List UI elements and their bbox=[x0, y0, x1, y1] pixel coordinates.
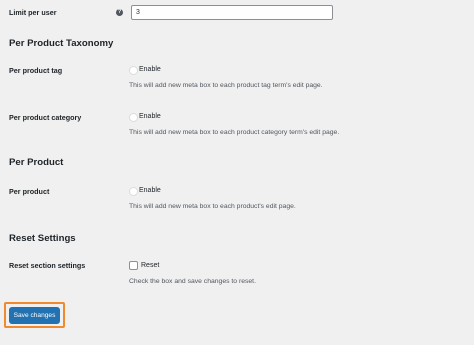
limit-per-user-input[interactable]: 3 bbox=[131, 5, 333, 20]
per-product-tag-description: This will add new meta box to each produ… bbox=[129, 82, 323, 89]
per-product-label: Per product bbox=[9, 187, 50, 196]
per-product-tag-option[interactable]: Enable bbox=[139, 66, 161, 73]
reset-checkbox[interactable] bbox=[129, 261, 138, 270]
per-product-toggle[interactable] bbox=[129, 187, 138, 196]
per-product-description: This will add new meta box to each produ… bbox=[129, 203, 296, 210]
per-product-category-label: Per product category bbox=[9, 113, 82, 122]
section-title-reset: Reset Settings bbox=[9, 233, 76, 244]
limit-per-user-label: Limit per user bbox=[9, 8, 57, 17]
reset-section-label: Reset section settings bbox=[9, 261, 86, 270]
save-changes-button[interactable]: Save changes bbox=[9, 307, 60, 324]
settings-page: Limit per user ? 3 Per Product Taxonomy … bbox=[0, 0, 474, 345]
reset-description: Check the box and save changes to reset. bbox=[129, 278, 256, 285]
per-product-category-description: This will add new meta box to each produ… bbox=[129, 129, 340, 136]
per-product-tag-toggle[interactable] bbox=[129, 66, 138, 75]
help-icon[interactable]: ? bbox=[116, 9, 123, 16]
per-product-category-toggle[interactable] bbox=[129, 113, 138, 122]
section-title-per-product: Per Product bbox=[9, 157, 64, 168]
section-title-taxonomy: Per Product Taxonomy bbox=[9, 38, 114, 49]
per-product-tag-label: Per product tag bbox=[9, 66, 63, 75]
per-product-category-option[interactable]: Enable bbox=[139, 113, 161, 120]
per-product-option[interactable]: Enable bbox=[139, 187, 161, 194]
reset-option[interactable]: Reset bbox=[141, 262, 159, 269]
